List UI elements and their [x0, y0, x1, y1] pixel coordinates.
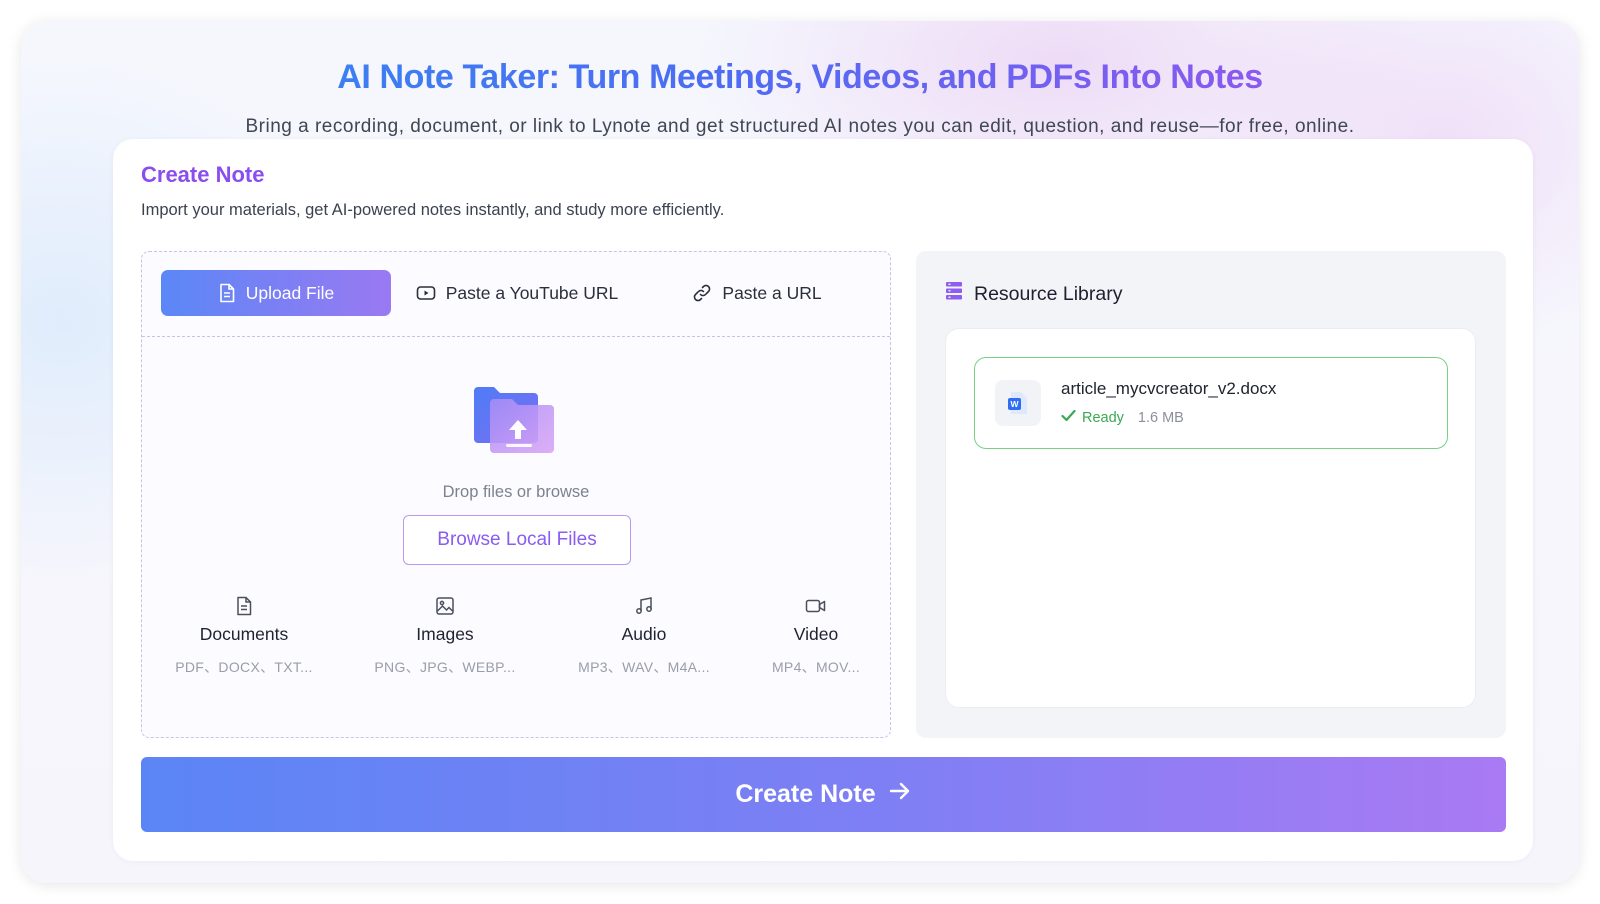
tab-url[interactable]: Paste a URL: [682, 270, 832, 316]
file-type-name: Audio: [621, 624, 667, 644]
svg-text:W: W: [1010, 399, 1019, 409]
file-type-images: Images PNG、JPG、WEBP...: [355, 594, 535, 677]
browse-local-files-button[interactable]: Browse Local Files: [403, 515, 631, 565]
create-note-title: Create Note: [141, 162, 265, 187]
resource-list: W article_mycvcreator_v2.docx Ready 1.6 …: [945, 328, 1476, 708]
source-tabs: Upload File Paste a YouTube URL Paste a …: [142, 252, 890, 337]
stack-icon: [946, 281, 962, 307]
music-icon: [554, 594, 734, 618]
file-type-extensions: MP3、WAV、M4A...: [578, 659, 710, 675]
image-icon: [355, 594, 535, 618]
file-type-name: Images: [416, 624, 474, 644]
create-note-button-label: Create Note: [735, 780, 876, 808]
resource-size: 1.6 MB: [1137, 409, 1184, 426]
video-icon: [726, 594, 906, 618]
file-type-documents: Documents PDF、DOCX、TXT...: [154, 594, 334, 677]
page-frame: AI Note Taker: Turn Meetings, Videos, an…: [21, 21, 1579, 883]
resource-item[interactable]: W article_mycvcreator_v2.docx Ready 1.6 …: [974, 357, 1448, 449]
resource-library-header: Resource Library: [946, 281, 1122, 307]
file-type-extensions: PDF、DOCX、TXT...: [175, 659, 313, 675]
hero-title: AI Note Taker: Turn Meetings, Videos, an…: [21, 58, 1579, 97]
upload-panel[interactable]: Upload File Paste a YouTube URL Paste a …: [141, 251, 891, 738]
link-icon: [692, 283, 712, 303]
document-icon: [154, 594, 334, 618]
resource-file-name: article_mycvcreator_v2.docx: [1061, 379, 1277, 398]
resource-file-meta: Ready 1.6 MB: [1061, 409, 1184, 426]
create-note-button[interactable]: Create Note: [141, 757, 1506, 832]
tab-label: Paste a URL: [722, 282, 822, 303]
file-type-extensions: MP4、MOV...: [771, 659, 861, 675]
file-type-name: Documents: [199, 624, 289, 644]
create-note-card: Create Note Import your materials, get A…: [113, 139, 1533, 861]
file-type-extensions: PNG、JPG、WEBP...: [374, 659, 516, 675]
tab-label: Upload File: [245, 282, 335, 303]
resource-library-panel: Resource Library W article_mycvcreator_v…: [916, 251, 1506, 738]
hero-subtitle: Bring a recording, document, or link to …: [245, 116, 1355, 137]
tab-label: Paste a YouTube URL: [445, 282, 619, 303]
drop-hint: Drop files or browse: [442, 483, 590, 501]
folder-upload-icon: [472, 385, 558, 461]
resource-library-title: Resource Library: [974, 282, 1123, 305]
tab-youtube-url[interactable]: Paste a YouTube URL: [412, 270, 622, 316]
arrow-right-icon: [888, 780, 912, 809]
file-icon: [218, 283, 236, 303]
file-type-name: Video: [793, 624, 839, 644]
supported-file-types: Documents PDF、DOCX、TXT... Images PNG、JPG…: [142, 594, 890, 684]
word-doc-icon: W: [995, 380, 1041, 426]
resource-status: Ready: [1082, 409, 1124, 426]
create-note-description: Import your materials, get AI-powered no…: [141, 201, 725, 219]
check-icon: [1061, 409, 1076, 426]
youtube-icon: [416, 285, 436, 301]
file-type-video: Video MP4、MOV...: [726, 594, 906, 677]
file-type-audio: Audio MP3、WAV、M4A...: [554, 594, 734, 677]
tab-upload-file[interactable]: Upload File: [161, 270, 391, 316]
